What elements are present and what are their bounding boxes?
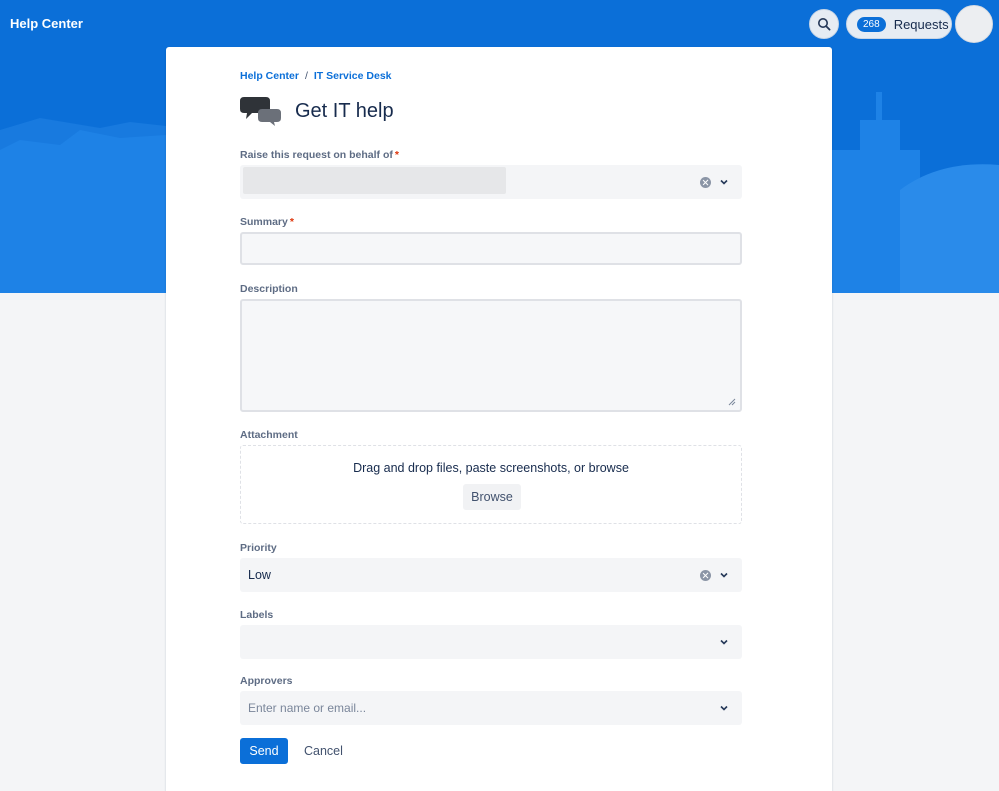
breadcrumb: Help Center / IT Service Desk	[240, 70, 392, 82]
attachment-dropzone[interactable]: Drag and drop files, paste screenshots, …	[240, 445, 742, 524]
priority-label: Priority	[240, 542, 277, 554]
clear-icon[interactable]	[700, 177, 711, 188]
clear-icon[interactable]	[700, 570, 711, 581]
attachment-label: Attachment	[240, 429, 298, 441]
search-icon	[818, 18, 831, 31]
title-row: Get IT help	[240, 95, 394, 127]
description-label: Description	[240, 283, 298, 295]
breadcrumb-separator: /	[304, 70, 308, 82]
search-button[interactable]	[809, 9, 839, 39]
approvers-placeholder: Enter name or email...	[248, 701, 367, 715]
breadcrumb-it-service-desk[interactable]: IT Service Desk	[314, 70, 392, 82]
dropzone-text: Drag and drop files, paste screenshots, …	[353, 461, 629, 475]
labels-label: Labels	[240, 609, 274, 621]
required-marker: *	[289, 216, 294, 228]
on-behalf-select[interactable]	[240, 165, 742, 199]
breadcrumb-help-center[interactable]: Help Center	[240, 70, 299, 82]
description-textarea[interactable]	[240, 299, 742, 412]
user-avatar[interactable]	[955, 5, 993, 43]
resize-handle-icon[interactable]	[728, 398, 736, 406]
chat-bubbles-icon	[240, 97, 281, 126]
chevron-down-icon[interactable]	[719, 177, 729, 187]
chevron-down-icon[interactable]	[719, 703, 729, 713]
requests-button[interactable]: 268 Requests	[846, 9, 952, 39]
required-marker: *	[394, 149, 399, 161]
cancel-button[interactable]: Cancel	[296, 738, 351, 764]
approvers-label: Approvers	[240, 675, 293, 687]
top-bar: Help Center 268 Requests	[0, 0, 999, 48]
browse-button[interactable]: Browse	[463, 484, 521, 510]
chevron-down-icon[interactable]	[719, 637, 729, 647]
summary-input[interactable]	[240, 232, 742, 265]
priority-value: Low	[248, 568, 271, 582]
chevron-down-icon[interactable]	[719, 570, 729, 580]
send-button[interactable]: Send	[240, 738, 288, 764]
priority-select[interactable]: Low	[240, 558, 742, 592]
request-form-card: Help Center / IT Service Desk Get IT help …	[166, 47, 832, 791]
selected-user-value	[243, 167, 506, 194]
approvers-select[interactable]: Enter name or email...	[240, 691, 742, 725]
requests-count-badge: 268	[857, 16, 886, 32]
help-center-brand[interactable]: Help Center	[10, 16, 83, 31]
summary-label: Summary *	[240, 216, 294, 228]
on-behalf-label: Raise this request on behalf of *	[240, 149, 399, 161]
requests-label: Requests	[893, 16, 949, 32]
labels-select[interactable]	[240, 625, 742, 659]
page-title: Get IT help	[295, 99, 394, 122]
